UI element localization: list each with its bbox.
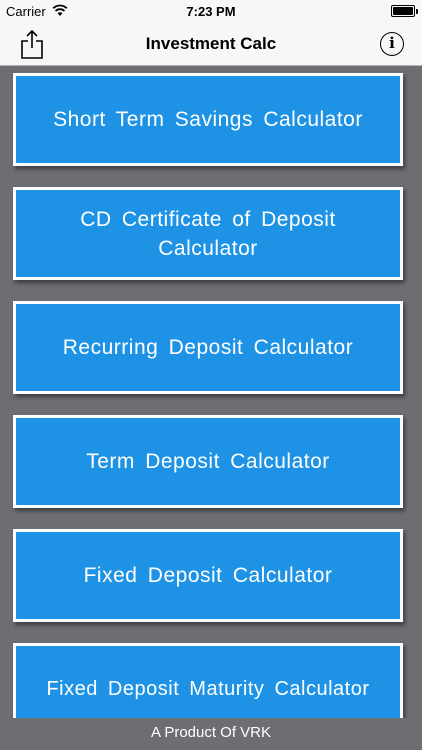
calculator-list: Short Term Savings Calculator CD Certifi… — [0, 66, 422, 718]
info-icon[interactable]: i — [380, 32, 404, 56]
recurring-deposit-calculator-button[interactable]: Recurring Deposit Calculator — [13, 301, 403, 394]
fixed-deposit-calculator-button[interactable]: Fixed Deposit Calculator — [13, 529, 403, 622]
fixed-deposit-maturity-calculator-button[interactable]: Fixed Deposit Maturity Calculator — [13, 643, 403, 718]
term-deposit-calculator-button[interactable]: Term Deposit Calculator — [13, 415, 403, 508]
page-title: Investment Calc — [145, 34, 277, 53]
navigation-bar: Investment Calc i — [0, 22, 422, 66]
status-bar: Carrier 7:23 PM — [0, 0, 422, 22]
cd-certificate-of-deposit-calculator-button[interactable]: CD Certificate of Deposit Calculator — [13, 187, 403, 280]
status-time: 7:23 PM — [186, 4, 236, 19]
battery-icon — [391, 5, 418, 17]
footer-credit: A Product Of VRK — [0, 718, 422, 750]
short-term-savings-calculator-button[interactable]: Short Term Savings Calculator — [13, 73, 403, 166]
